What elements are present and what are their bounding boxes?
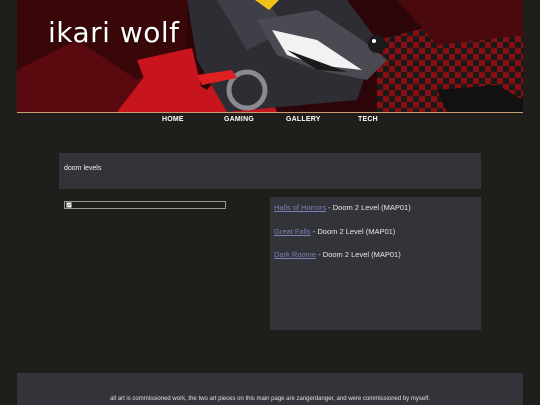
main-nav: HOME GAMING GALLERY TECH — [0, 116, 540, 128]
list-item: Halls of Horrors - Doom 2 Level (MAP01) — [274, 203, 411, 212]
broken-image — [64, 201, 226, 209]
site-title: ikari wolf — [48, 16, 180, 49]
banner-divider — [17, 112, 523, 113]
footer: all art is commissioned work, the two ar… — [17, 373, 523, 405]
level-link-halls-of-horrors[interactable]: Halls of Horrors — [274, 203, 326, 212]
broken-image-icon — [66, 202, 72, 208]
level-description: - Doom 2 Level (MAP01) — [326, 203, 411, 212]
level-description: - Doom 2 Level (MAP01) — [316, 250, 401, 259]
list-item: Great Falls - Doom 2 Level (MAP01) — [274, 227, 395, 236]
level-link-dark-roome[interactable]: Dark Roome — [274, 250, 316, 259]
levels-panel: Halls of Horrors - Doom 2 Level (MAP01) … — [270, 197, 481, 330]
nav-gallery[interactable]: GALLERY — [286, 116, 321, 123]
nav-tech[interactable]: TECH — [358, 116, 378, 123]
level-description: - Doom 2 Level (MAP01) — [310, 227, 396, 236]
list-item: Dark Roome - Doom 2 Level (MAP01) — [274, 250, 401, 259]
page-heading: doom levels — [64, 165, 102, 172]
nav-gaming[interactable]: GAMING — [224, 116, 254, 123]
page-heading-panel: doom levels — [59, 153, 481, 189]
level-link-great-falls[interactable]: Great Falls — [274, 227, 311, 236]
nav-home[interactable]: HOME — [162, 116, 184, 123]
header-banner: ikari wolf — [17, 0, 523, 112]
footer-credit-text: all art is commissioned work, the two ar… — [110, 396, 430, 402]
